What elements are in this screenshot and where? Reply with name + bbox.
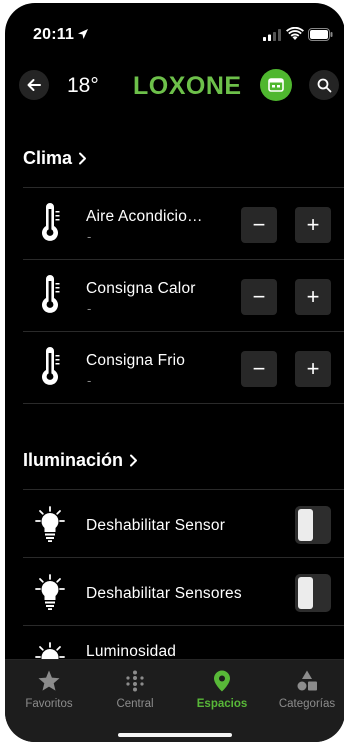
list-item-label: Consigna Calor [86,280,196,297]
minus-icon: − [252,212,266,237]
decrement-button[interactable]: − [241,279,277,315]
toggle-knob [298,509,313,541]
calendar-icon [268,78,284,92]
location-pin-icon [214,670,230,692]
list-item-deshabilitar-sensores[interactable]: Deshabilitar Sensores [5,559,344,625]
shapes-icon [297,670,317,691]
increment-button[interactable]: + [295,279,331,315]
decrement-button[interactable]: − [241,207,277,243]
tab-label: Favoritos [25,698,73,710]
list-item-label: Consigna Frio [86,352,186,369]
section-clima-title: Clima [23,148,73,168]
bottom-tab-bar: Favoritos Central Espacios Categorías [5,659,344,742]
list-item-label: Aire Acondicio… [86,208,203,225]
app-screen: 20:11 18° LOXONE Clima Aire Acondicio… -… [5,3,344,742]
plus-icon: + [306,212,320,237]
tab-favoritos[interactable]: Favoritos [9,660,89,720]
status-bar: 20:11 [5,3,344,55]
plus-icon: + [306,356,320,381]
list-item-consigna-frio[interactable]: Consigna Frio - − + [5,333,344,404]
thermometer-icon [42,203,60,241]
back-button[interactable] [19,70,49,100]
chevron-right-icon [79,152,87,165]
divider [23,557,344,558]
increment-button[interactable]: + [295,351,331,387]
minus-icon: − [252,284,266,309]
temperature-readout: 18° [67,74,99,97]
toggle-knob [298,577,313,609]
divider [23,187,344,188]
minus-icon: − [252,356,266,381]
thermometer-icon [42,347,60,385]
arrow-left-icon [27,79,41,91]
list-item-label: Deshabilitar Sensores [86,585,242,602]
grid-dots-icon [126,670,144,692]
search-button[interactable] [309,70,339,100]
tab-espacios[interactable]: Espacios [182,660,262,720]
divider [23,625,344,626]
status-time: 20:11 [33,26,75,43]
tab-central[interactable]: Central [95,660,175,720]
top-header: 18° LOXONE [5,65,344,105]
tab-label: Categorías [278,698,336,710]
battery-icon [308,28,333,41]
search-icon [317,78,331,92]
list-item-consigna-calor[interactable]: Consigna Calor - − + [5,261,344,332]
loxone-logo: LOXONE [133,72,242,100]
list-item-value: - [87,301,92,316]
home-indicator[interactable] [118,733,232,737]
section-iluminacion-header[interactable]: Iluminación [23,450,138,471]
section-clima-header[interactable]: Clima [23,148,87,169]
star-icon [38,670,60,691]
section-iluminacion-title: Iluminación [23,450,124,470]
list-item-value: - [87,373,92,388]
chevron-right-icon [130,454,138,467]
lightbulb-icon [35,506,65,542]
cellular-signal-icon [263,29,281,41]
divider [23,259,344,260]
divider [23,489,344,490]
plus-icon: + [306,284,320,309]
lightbulb-icon [35,574,65,610]
list-item-value: - [87,229,92,244]
calendar-button[interactable] [260,69,292,101]
location-arrow-icon [78,29,88,39]
tab-label: Espacios [196,698,248,710]
tab-categorias[interactable]: Categorías [267,660,344,720]
toggle-switch[interactable] [295,506,331,544]
list-item-aire-acondicionado[interactable]: Aire Acondicio… - − + [5,189,344,260]
tab-label: Central [116,698,154,710]
increment-button[interactable]: + [295,207,331,243]
divider [23,331,344,332]
decrement-button[interactable]: − [241,351,277,387]
divider [23,403,344,404]
wifi-icon [286,27,304,40]
toggle-switch[interactable] [295,574,331,612]
list-item-label: Deshabilitar Sensor [86,517,226,534]
thermometer-icon [42,275,60,313]
list-item-deshabilitar-sensor[interactable]: Deshabilitar Sensor [5,491,344,557]
